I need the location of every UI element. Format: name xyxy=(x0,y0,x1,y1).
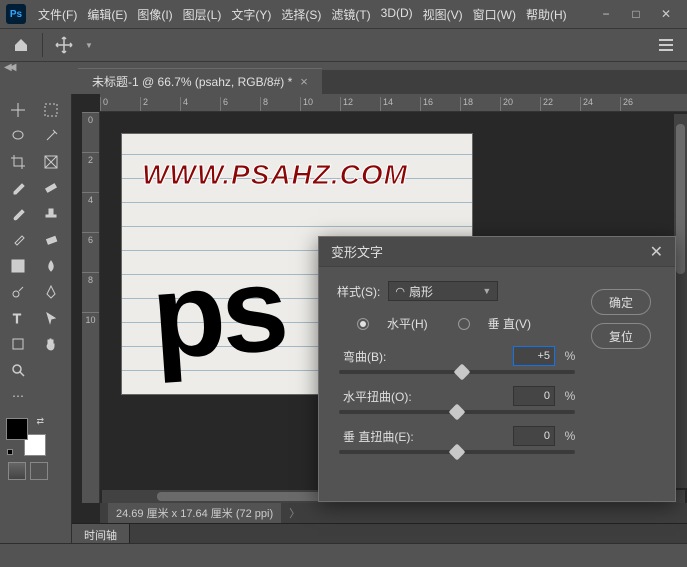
status-dims: 24.69 厘米 x 17.64 厘米 (72 ppi) xyxy=(108,503,281,523)
eraser-tool[interactable] xyxy=(37,228,65,252)
dialog-title: 变形文字 xyxy=(331,242,383,261)
quickmask-toggle[interactable] xyxy=(8,462,26,480)
hdist-label: 水平扭曲(O): xyxy=(337,388,505,405)
options-bar: ▼ xyxy=(0,28,687,62)
brush-tool[interactable] xyxy=(4,202,32,226)
dialog-titlebar[interactable]: 变形文字 ✕ xyxy=(319,237,675,267)
menu-3d[interactable]: 3D(D) xyxy=(377,2,417,27)
pct-label: % xyxy=(563,389,577,403)
reset-button[interactable]: 复位 xyxy=(591,323,651,349)
bend-label: 弯曲(B): xyxy=(337,348,505,365)
wand-tool[interactable] xyxy=(37,124,65,148)
screenmode-toggle[interactable] xyxy=(30,462,48,480)
pct-label: % xyxy=(563,429,577,443)
arc-icon: ◠ xyxy=(395,285,405,298)
vdist-slider[interactable] xyxy=(339,450,575,454)
gradient-tool[interactable] xyxy=(4,254,32,278)
panel-menu-icon[interactable] xyxy=(655,34,677,56)
close-button[interactable]: ✕ xyxy=(651,2,681,26)
vdist-input[interactable] xyxy=(513,426,555,446)
pct-label: % xyxy=(563,349,577,363)
dialog-close-icon[interactable]: ✕ xyxy=(650,242,663,262)
style-value: 扇形 xyxy=(409,283,433,300)
menu-layer[interactable]: 图层(L) xyxy=(179,2,226,27)
toolbox: T ⋯ ⇄ xyxy=(0,94,72,543)
type-tool[interactable]: T xyxy=(4,306,32,330)
document-tab-bar: 未标题-1 @ 66.7% (psahz, RGB/8#) * × xyxy=(78,70,687,94)
ok-button[interactable]: 确定 xyxy=(591,289,651,315)
vertical-label: 垂 直(V) xyxy=(488,315,531,332)
status-arrow-icon[interactable]: 〉 xyxy=(289,505,300,521)
hdist-slider[interactable] xyxy=(339,410,575,414)
frame-tool[interactable] xyxy=(37,150,65,174)
watermark-text: WWW.PSAHZ.COM xyxy=(142,159,408,191)
marquee-tool[interactable] xyxy=(37,98,65,122)
path-select-tool[interactable] xyxy=(37,306,65,330)
foreground-color[interactable] xyxy=(6,418,28,440)
hand-tool[interactable] xyxy=(37,332,65,356)
hdist-input[interactable] xyxy=(513,386,555,406)
vertical-radio[interactable] xyxy=(458,318,470,330)
heal-tool[interactable] xyxy=(37,176,65,200)
scrollbar-thumb[interactable] xyxy=(157,492,337,501)
bend-slider[interactable] xyxy=(339,370,575,374)
style-select[interactable]: ◠ 扇形 ▼ xyxy=(388,281,498,301)
main-menu: 文件(F) 编辑(E) 图像(I) 图层(L) 文字(Y) 选择(S) 滤镜(T… xyxy=(34,2,571,27)
stamp-tool[interactable] xyxy=(37,202,65,226)
menu-help[interactable]: 帮助(H) xyxy=(522,2,571,27)
menu-type[interactable]: 文字(Y) xyxy=(227,2,275,27)
menu-select[interactable]: 选择(S) xyxy=(277,2,325,27)
shape-tool[interactable] xyxy=(4,332,32,356)
timeline-tab[interactable]: 时间轴 xyxy=(72,524,130,543)
home-icon[interactable] xyxy=(10,34,32,56)
move-tool[interactable] xyxy=(4,98,32,122)
scrollbar-thumb[interactable] xyxy=(676,124,685,274)
tab-close-icon[interactable]: × xyxy=(300,74,308,89)
lasso-tool[interactable] xyxy=(4,124,32,148)
warp-text-dialog: 变形文字 ✕ 样式(S): ◠ 扇形 ▼ 水平(H) 垂 直(V) 弯曲(B): xyxy=(318,236,676,502)
collapse-panel-icon[interactable]: ◀◀ xyxy=(4,62,13,73)
chevron-down-icon: ▼ xyxy=(482,286,491,296)
default-colors-icon[interactable] xyxy=(7,449,13,455)
vertical-ruler: 0246810 xyxy=(82,112,100,503)
dropdown-icon[interactable]: ▼ xyxy=(85,41,93,50)
panel-bar: 时间轴 xyxy=(72,523,687,543)
document-tab[interactable]: 未标题-1 @ 66.7% (psahz, RGB/8#) * × xyxy=(78,68,322,94)
menu-window[interactable]: 窗口(W) xyxy=(469,2,520,27)
vdist-label: 垂 直扭曲(E): xyxy=(337,428,505,445)
pen-tool[interactable] xyxy=(37,280,65,304)
menu-edit[interactable]: 编辑(E) xyxy=(83,2,131,27)
screen-mode xyxy=(8,462,63,480)
menu-view[interactable]: 视图(V) xyxy=(419,2,467,27)
zoom-tool[interactable] xyxy=(4,358,32,382)
horizontal-ruler: 02468101214161820222426 xyxy=(100,94,687,112)
bend-input[interactable] xyxy=(513,346,555,366)
bottom-strip xyxy=(0,543,687,567)
tab-label: 未标题-1 @ 66.7% (psahz, RGB/8#) * xyxy=(92,73,292,90)
horizontal-label: 水平(H) xyxy=(387,315,428,332)
status-bar: 24.69 厘米 x 17.64 厘米 (72 ppi) 〉 xyxy=(100,503,687,523)
menu-image[interactable]: 图像(I) xyxy=(133,2,176,27)
eyedropper-tool[interactable] xyxy=(4,176,32,200)
horizontal-radio[interactable] xyxy=(357,318,369,330)
canvas-text-layer: ps xyxy=(147,240,288,387)
app-logo: Ps xyxy=(6,4,26,24)
move-tool-icon[interactable] xyxy=(53,34,75,56)
svg-text:T: T xyxy=(13,311,21,325)
edit-toolbar[interactable]: ⋯ xyxy=(4,384,32,408)
history-brush-tool[interactable] xyxy=(4,228,32,252)
maximize-button[interactable]: □ xyxy=(621,2,651,26)
swap-colors-icon[interactable]: ⇄ xyxy=(36,416,44,427)
menu-file[interactable]: 文件(F) xyxy=(34,2,81,27)
dodge-tool[interactable] xyxy=(4,280,32,304)
menu-filter[interactable]: 滤镜(T) xyxy=(327,2,374,27)
style-label: 样式(S): xyxy=(337,283,380,300)
color-swatches[interactable]: ⇄ xyxy=(6,418,46,456)
minimize-button[interactable]: − xyxy=(591,2,621,26)
blur-tool[interactable] xyxy=(37,254,65,278)
title-bar: Ps 文件(F) 编辑(E) 图像(I) 图层(L) 文字(Y) 选择(S) 滤… xyxy=(0,0,687,28)
crop-tool[interactable] xyxy=(4,150,32,174)
